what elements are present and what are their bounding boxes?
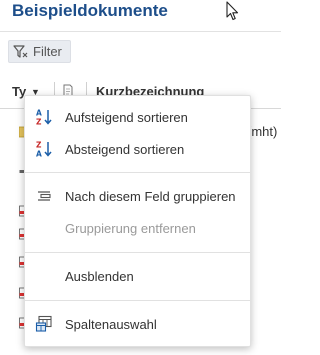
svg-text:Z: Z: [36, 118, 42, 127]
menu-item-group-by-field[interactable]: Nach diesem Feld gruppieren: [25, 181, 250, 211]
mouse-cursor-icon: [226, 1, 239, 21]
filter-label: Filter: [33, 44, 62, 59]
column-chooser-icon: [35, 315, 52, 332]
menu-item-label: Spaltenauswahl: [65, 316, 157, 332]
column-context-menu: A Z Aufsteigend sortieren Z A Absteigend…: [24, 95, 251, 347]
filter-button[interactable]: Filter: [8, 40, 71, 63]
menu-item-column-chooser[interactable]: Spaltenauswahl: [25, 309, 250, 339]
svg-text:A: A: [36, 109, 42, 118]
page-title: Beispieldokumente: [12, 1, 168, 20]
menu-item-remove-grouping: Gruppierung entfernen: [25, 213, 250, 243]
menu-item-sort-descending[interactable]: Z A Absteigend sortieren: [25, 134, 250, 164]
title-divider: [0, 31, 281, 32]
menu-item-label: Absteigend sortieren: [65, 141, 185, 157]
menu-item-sort-ascending[interactable]: A Z Aufsteigend sortieren: [25, 102, 250, 132]
menu-item-label: Nach diesem Feld gruppieren: [65, 188, 236, 204]
menu-separator: [25, 252, 250, 253]
menu-item-hide-column[interactable]: Ausblenden: [25, 261, 250, 291]
filter-icon: [13, 44, 28, 58]
menu-item-label: Aufsteigend sortieren: [65, 109, 188, 125]
sort-descending-icon: Z A: [36, 141, 52, 159]
sort-ascending-icon: A Z: [36, 109, 52, 127]
table-cell: (mht): [247, 124, 278, 139]
menu-separator: [25, 300, 250, 301]
svg-text:Z: Z: [36, 141, 42, 150]
group-by-icon: [38, 191, 51, 201]
menu-item-label: Gruppierung entfernen: [65, 220, 196, 236]
menu-separator: [25, 172, 250, 173]
menu-item-label: Ausblenden: [65, 268, 134, 284]
screen: Beispieldokumente Filter Ty ▼ Kurzbezeic…: [0, 0, 281, 355]
svg-text:A: A: [36, 150, 42, 159]
